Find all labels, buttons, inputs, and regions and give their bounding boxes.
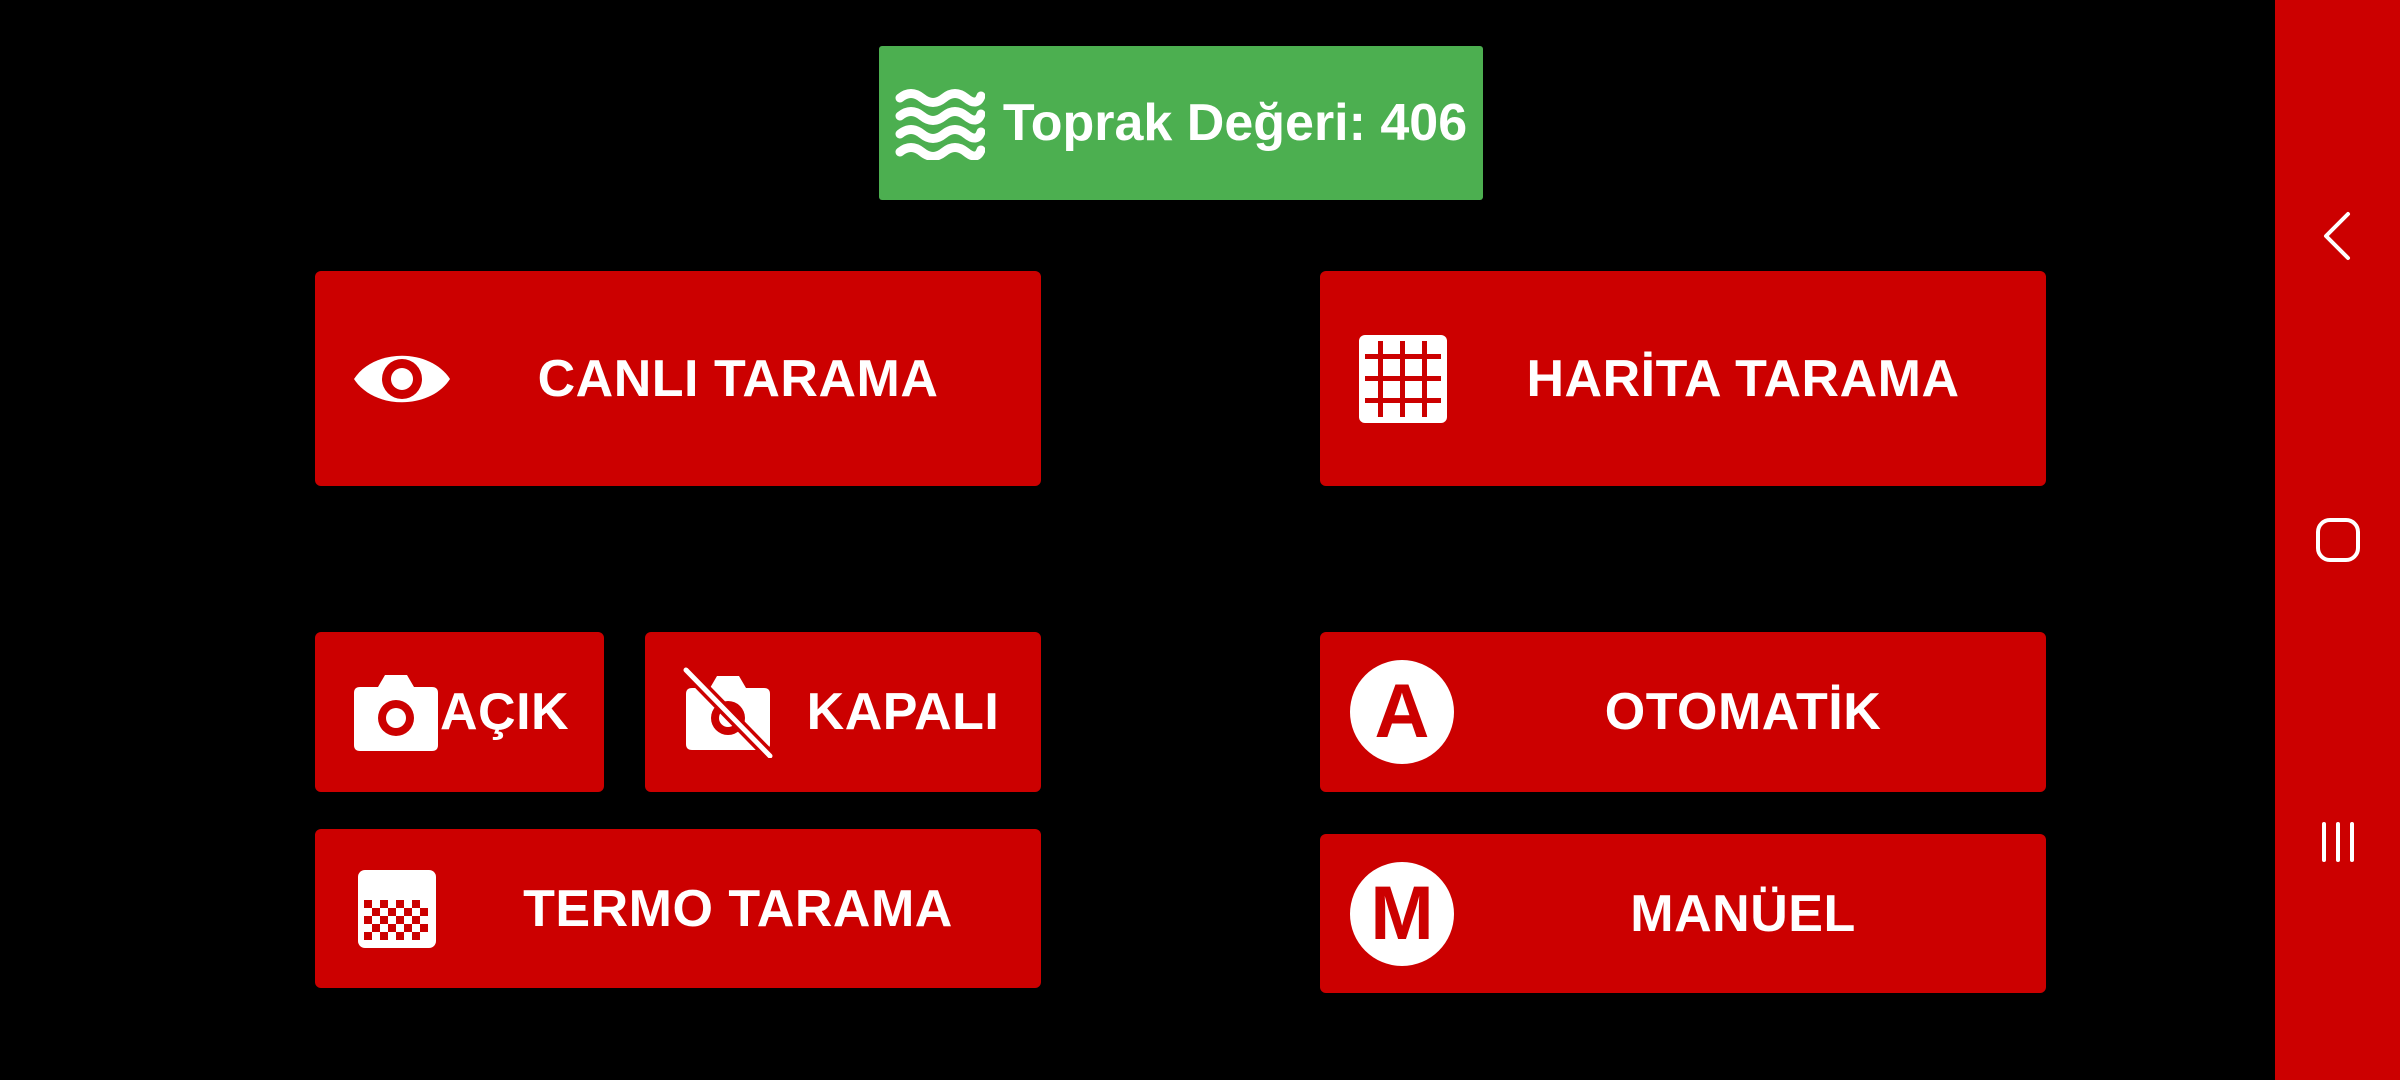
- manual-button[interactable]: M MANÜEL: [1320, 834, 2046, 993]
- soil-value-text: Toprak Değeri: 406: [1002, 94, 1468, 152]
- thermal-scan-label: TERMO TARAMA: [523, 879, 953, 938]
- recent-apps-button[interactable]: [2275, 782, 2400, 902]
- automatic-button[interactable]: A OTOMATİK: [1320, 632, 2046, 792]
- letter-m-glyph: M: [1350, 861, 1454, 966]
- live-scan-button[interactable]: CANLI TARAMA: [315, 271, 1041, 486]
- map-scan-label: HARİTA TARAMA: [1526, 349, 1960, 408]
- camera-on-label: AÇIK: [440, 683, 570, 741]
- map-scan-button[interactable]: HARİTA TARAMA: [1320, 271, 2046, 486]
- back-button[interactable]: [2275, 176, 2400, 296]
- manual-label: MANÜEL: [1630, 884, 1856, 943]
- main-screen: Toprak Değeri: 406 CANLI TARAMA HARİTA T…: [0, 0, 2400, 1080]
- home-icon: [2315, 518, 2360, 562]
- letter-a-glyph: A: [1350, 660, 1454, 764]
- home-button[interactable]: [2275, 480, 2400, 600]
- recent-apps-icon: [2321, 822, 2354, 862]
- thermal-grid-icon: [355, 829, 439, 988]
- camera-icon: [351, 632, 441, 792]
- camera-off-label: KAPALI: [806, 683, 1000, 741]
- camera-off-icon: [680, 632, 775, 792]
- back-icon: [2323, 212, 2350, 260]
- automatic-label: OTOMATİK: [1604, 683, 1882, 741]
- grid-icon: [1356, 271, 1450, 486]
- thermal-scan-button[interactable]: TERMO TARAMA: [315, 829, 1041, 988]
- camera-off-button[interactable]: KAPALI: [645, 632, 1041, 792]
- camera-on-button[interactable]: AÇIK: [315, 632, 604, 792]
- navigation-bar: [2275, 0, 2400, 1080]
- live-scan-label: CANLI TARAMA: [537, 349, 939, 408]
- soil-value-badge: Toprak Değeri: 406: [879, 46, 1483, 200]
- waves-icon: [895, 89, 985, 160]
